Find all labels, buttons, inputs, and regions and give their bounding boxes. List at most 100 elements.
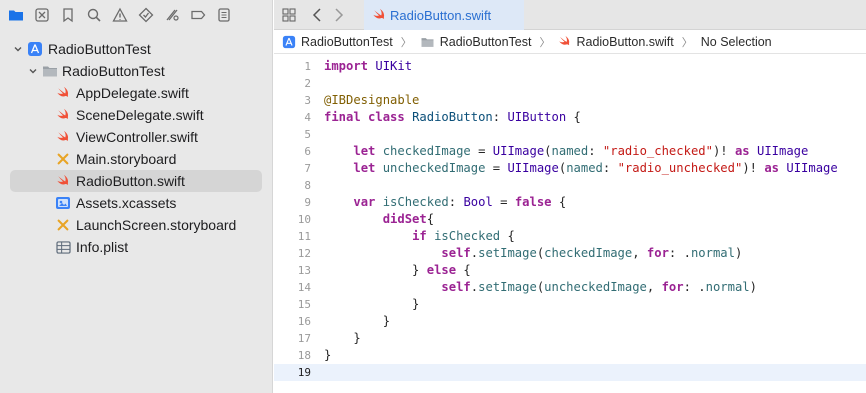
code-line[interactable]: 2	[274, 75, 866, 92]
tree-item-label: Main.storyboard	[76, 151, 177, 167]
tree-item-file-selected[interactable]: RadioButton.swift	[10, 170, 262, 192]
code-line[interactable]: 14 self.setImage(uncheckedImage, for: .n…	[274, 279, 866, 296]
swift-icon	[55, 173, 71, 189]
file-tree: RadioButtonTest RadioButtonTest AppDeleg…	[0, 38, 273, 258]
code-text[interactable]: var isChecked: Bool = false {	[324, 194, 566, 211]
folder-icon	[42, 63, 58, 79]
find-icon[interactable]	[83, 5, 104, 26]
chevron-right-icon: 〉	[539, 36, 551, 49]
line-number: 2	[304, 77, 311, 90]
code-line[interactable]: 4 final class RadioButton: UIButton {	[274, 109, 866, 126]
code-line[interactable]: 8	[274, 177, 866, 194]
line-number: 15	[297, 298, 311, 311]
line-number: 11	[297, 230, 311, 243]
back-chevron-icon[interactable]	[308, 6, 326, 24]
tree-item-label: RadioButton.swift	[76, 173, 185, 189]
code-line[interactable]: 11 if isChecked {	[274, 228, 866, 245]
report-icon[interactable]	[213, 5, 234, 26]
debug-icon[interactable]	[161, 5, 182, 26]
folder-icon[interactable]	[5, 5, 26, 26]
swift-icon	[558, 35, 571, 48]
source-control-icon[interactable]	[31, 5, 52, 26]
tree-item-label: SceneDelegate.swift	[76, 107, 204, 123]
line-number: 5	[304, 128, 311, 141]
jumpbar-group[interactable]: RadioButtonTest	[420, 35, 531, 49]
code-line[interactable]: 12 self.setImage(checkedImage, for: .nor…	[274, 245, 866, 262]
project-navigator: RadioButtonTest RadioButtonTest AppDeleg…	[0, 0, 273, 393]
code-line[interactable]: 10 didSet{	[274, 211, 866, 228]
code-line[interactable]: 18}	[274, 347, 866, 364]
bookmark-icon[interactable]	[57, 5, 78, 26]
project-icon	[27, 41, 43, 57]
jumpbar-file[interactable]: RadioButton.swift	[558, 35, 674, 49]
storyboard-icon	[55, 217, 71, 233]
code-line[interactable]: 19	[274, 364, 866, 381]
tree-item-label: Assets.xcassets	[76, 195, 177, 211]
plist-icon	[55, 239, 71, 255]
tree-item-file[interactable]: ViewController.swift	[0, 126, 273, 148]
swift-icon	[55, 85, 71, 101]
code-text[interactable]: let checkedImage = UIImage(named: "radio…	[324, 143, 808, 160]
code-line[interactable]: 5	[274, 126, 866, 143]
code-text[interactable]: if isChecked {	[324, 228, 515, 245]
tree-item-file[interactable]: AppDelegate.swift	[0, 82, 273, 104]
project-icon	[282, 35, 296, 49]
code-line[interactable]: 15 }	[274, 296, 866, 313]
tree-item-file[interactable]: LaunchScreen.storyboard	[0, 214, 273, 236]
tree-item-file[interactable]: Info.plist	[0, 236, 273, 258]
tree-item-file[interactable]: Assets.xcassets	[0, 192, 273, 214]
code-text[interactable]: }	[324, 313, 390, 330]
tree-item-file[interactable]: Main.storyboard	[0, 148, 273, 170]
chevron-down-icon[interactable]	[27, 65, 39, 77]
line-number: 7	[304, 162, 311, 175]
swift-icon	[55, 107, 71, 123]
code-line[interactable]: 16 }	[274, 313, 866, 330]
code-line[interactable]: 7 let uncheckedImage = UIImage(named: "r…	[274, 160, 866, 177]
code-text[interactable]: @IBDesignable	[324, 92, 419, 109]
code-text[interactable]: self.setImage(uncheckedImage, for: .norm…	[324, 279, 757, 296]
test-icon[interactable]	[135, 5, 156, 26]
code-line[interactable]: 9 var isChecked: Bool = false {	[274, 194, 866, 211]
code-text[interactable]: }	[324, 330, 360, 347]
code-text[interactable]: }	[324, 347, 331, 364]
issue-icon[interactable]	[109, 5, 130, 26]
forward-chevron-icon[interactable]	[330, 6, 348, 24]
jumpbar-project[interactable]: RadioButtonTest	[282, 35, 393, 49]
chevron-right-icon: 〉	[400, 36, 412, 49]
line-number: 4	[304, 111, 311, 124]
line-number: 16	[297, 315, 311, 328]
code-text[interactable]: }	[324, 296, 419, 313]
code-text[interactable]: self.setImage(checkedImage, for: .normal…	[324, 245, 742, 262]
editor-area: RadioButton.swift RadioButtonTest 〉 Radi…	[274, 0, 866, 393]
jump-bar: RadioButtonTest 〉 RadioButtonTest 〉 Radi…	[274, 30, 866, 54]
source-editor[interactable]: 1 import UIKit 2 3 @IBDesignable 4 final class…	[274, 58, 866, 381]
tab-radiobutton-swift[interactable]: RadioButton.swift	[364, 0, 524, 30]
line-number: 1	[304, 60, 311, 73]
chevron-down-icon[interactable]	[12, 43, 24, 55]
chevron-right-icon: 〉	[681, 36, 693, 49]
grid-icon[interactable]	[280, 6, 298, 24]
line-number: 8	[304, 179, 311, 192]
code-line[interactable]: 17 }	[274, 330, 866, 347]
breakpoint-icon[interactable]	[187, 5, 208, 26]
code-text[interactable]: import UIKit	[324, 58, 412, 75]
tree-item-project[interactable]: RadioButtonTest	[0, 38, 273, 60]
code-line[interactable]: 3 @IBDesignable	[274, 92, 866, 109]
line-number: 14	[297, 281, 311, 294]
code-text[interactable]: } else {	[324, 262, 471, 279]
line-number: 3	[304, 94, 311, 107]
storyboard-icon	[55, 151, 71, 167]
line-number: 17	[297, 332, 311, 345]
code-text[interactable]: let uncheckedImage = UIImage(named: "rad…	[324, 160, 837, 177]
line-number: 18	[297, 349, 311, 362]
line-number: 10	[297, 213, 311, 226]
code-text[interactable]: didSet{	[324, 211, 434, 228]
line-number: 13	[297, 264, 311, 277]
tree-item-file[interactable]: SceneDelegate.swift	[0, 104, 273, 126]
code-text[interactable]: final class RadioButton: UIButton {	[324, 109, 581, 126]
jumpbar-symbol[interactable]: No Selection	[701, 35, 772, 49]
code-line[interactable]: 6 let checkedImage = UIImage(named: "rad…	[274, 143, 866, 160]
tree-item-group[interactable]: RadioButtonTest	[0, 60, 273, 82]
code-line[interactable]: 1 import UIKit	[274, 58, 866, 75]
code-line[interactable]: 13 } else {	[274, 262, 866, 279]
